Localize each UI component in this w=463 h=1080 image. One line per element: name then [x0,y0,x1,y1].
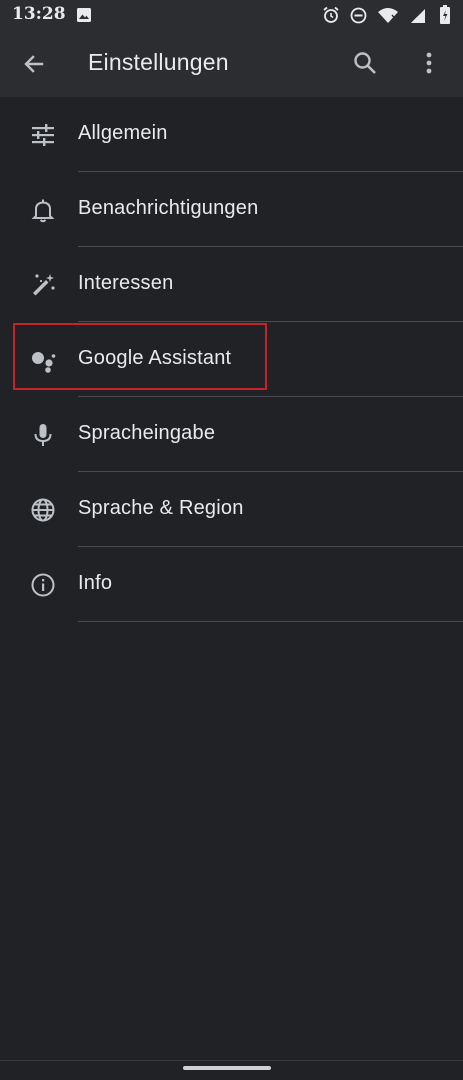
alarm-icon [322,6,340,24]
wifi-icon [377,7,399,24]
settings-item-label: Info [78,572,113,594]
settings-item-label: Google Assistant [78,347,232,369]
settings-item-label: Interessen [78,272,174,294]
bell-icon [30,197,56,223]
gesture-nav-handle[interactable] [183,1066,271,1070]
magic-wand-icon [30,272,56,298]
settings-item-sprache-region[interactable]: Sprache & Region [0,472,463,547]
image-icon [76,7,92,28]
battery-icon [439,5,451,25]
more-vert-icon[interactable] [418,49,440,77]
status-bar: 13:28 [0,0,463,30]
microphone-icon [30,422,56,448]
settings-item-info[interactable]: Info [0,547,463,622]
divider [78,621,463,622]
settings-item-label: Sprache & Region [78,497,244,519]
settings-item-label: Allgemein [78,122,168,144]
settings-item-google-assistant[interactable]: Google Assistant [0,322,463,397]
settings-item-benachrichtigungen[interactable]: Benachrichtigungen [0,172,463,247]
settings-item-spracheingabe[interactable]: Spracheingabe [0,397,463,472]
info-icon [30,572,56,598]
tune-icon [30,122,56,148]
settings-item-label: Spracheingabe [78,422,216,444]
settings-item-label: Benachrichtigungen [78,197,259,219]
arrow-back-icon[interactable] [20,50,48,78]
settings-list: Allgemein Benachrichtigungen Interessen … [0,97,463,622]
signal-icon [409,6,429,24]
app-bar: Einstellungen [0,30,463,97]
status-time: 13:28 [12,4,66,24]
settings-item-allgemein[interactable]: Allgemein [0,97,463,172]
do-not-disturb-icon [350,7,367,24]
navigation-bar-divider [0,1060,463,1061]
page-title: Einstellungen [88,49,229,75]
globe-icon [30,497,56,523]
assistant-icon [30,347,56,373]
search-icon[interactable] [351,49,379,77]
settings-item-interessen[interactable]: Interessen [0,247,463,322]
